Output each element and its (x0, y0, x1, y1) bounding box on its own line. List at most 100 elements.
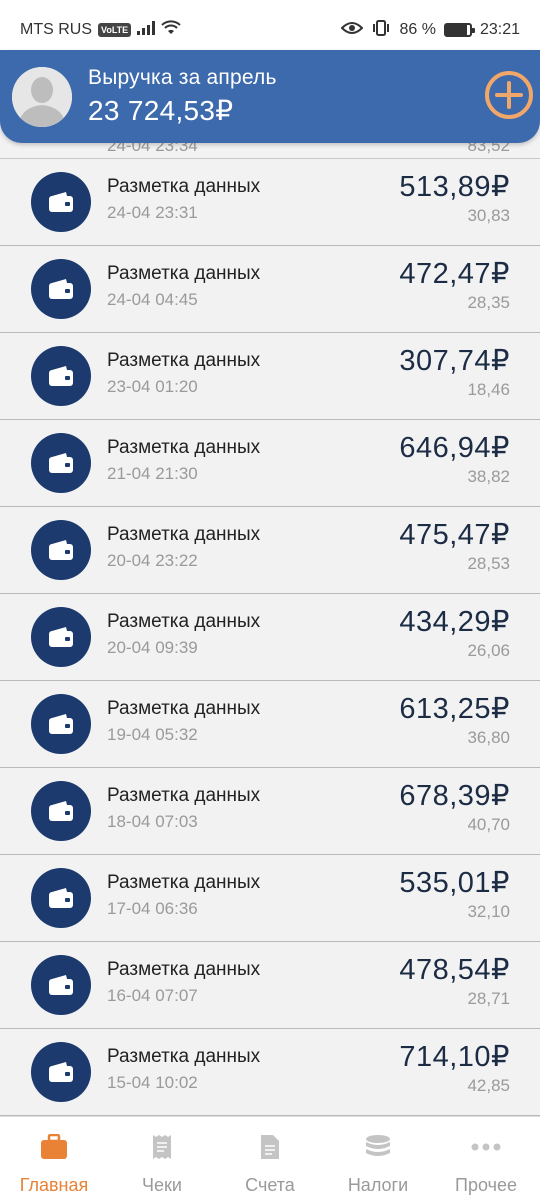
transaction-date: 20-04 09:39 (107, 638, 198, 657)
transaction-title: Разметка данных (107, 698, 261, 719)
nav-label-main: Главная (19, 1175, 89, 1195)
nav-item-taxes[interactable]: Налоги (324, 1117, 432, 1200)
wallet-icon (49, 366, 73, 386)
transaction-date: 18-04 07:03 (107, 812, 198, 831)
transaction-date: 16-04 07:07 (107, 986, 198, 1005)
wallet-icon-circle (31, 1042, 91, 1102)
add-button[interactable] (484, 70, 534, 120)
transaction-date: 24-04 23:34 (107, 143, 198, 155)
transaction-amount: 307,74₽ (399, 345, 510, 377)
transaction-tax: 28,71 (467, 989, 510, 1008)
transaction-title: Разметка данных (107, 176, 261, 197)
wallet-icon-circle (31, 520, 91, 580)
wallet-icon-circle (31, 868, 91, 928)
transaction-tax: 28,35 (467, 293, 510, 312)
list-item[interactable]: Разметка данных 20-04 23:22 475,47₽ 28,53 (0, 507, 540, 594)
nav-item-main[interactable]: Главная (0, 1117, 108, 1200)
list-item[interactable]: 24-04 23:34 83,52 (0, 143, 540, 159)
transaction-tax: 40,70 (467, 815, 510, 834)
transaction-date: 24-04 04:45 (107, 290, 198, 309)
carrier-label: MTS RUS (20, 21, 92, 38)
list-item[interactable]: Разметка данных 15-04 10:02 714,10₽ 42,85 (0, 1029, 540, 1116)
document-icon (260, 1133, 280, 1161)
transaction-amount: 714,10₽ (399, 1041, 510, 1073)
transaction-title: Разметка данных (107, 437, 261, 458)
wallet-icon (49, 714, 73, 734)
eye-icon (341, 21, 364, 40)
transaction-title: Разметка данных (107, 611, 261, 632)
transaction-amount: 475,47₽ (399, 519, 510, 551)
receipt-icon (152, 1133, 172, 1161)
transaction-date: 23-04 01:20 (107, 377, 198, 396)
transaction-date: 17-04 06:36 (107, 899, 198, 918)
list-item[interactable]: Разметка данных 24-04 23:31 513,89₽ 30,83 (0, 159, 540, 246)
wallet-icon-circle (31, 433, 91, 493)
transaction-amount: 535,01₽ (399, 867, 510, 899)
transaction-list[interactable]: 24-04 23:34 83,52 Разметка данных 24-04 2… (0, 143, 540, 1116)
list-item[interactable]: Разметка данных 16-04 07:07 478,54₽ 28,71 (0, 942, 540, 1029)
status-right: 86 % 23:21 (341, 19, 520, 41)
list-item[interactable]: Разметка данных 20-04 09:39 434,29₽ 26,06 (0, 594, 540, 681)
wallet-icon-circle (31, 172, 91, 232)
wallet-icon-circle (31, 259, 91, 319)
transaction-date: 19-04 05:32 (107, 725, 198, 744)
transaction-title: Разметка данных (107, 350, 261, 371)
transaction-tax: 30,83 (467, 206, 510, 225)
wallet-icon (49, 453, 73, 473)
nav-label-receipts: Чеки (142, 1175, 182, 1195)
transaction-tax: 32,10 (467, 902, 510, 921)
transaction-amount: 478,54₽ (399, 954, 510, 986)
wallet-icon (49, 1062, 73, 1082)
nav-label-taxes: Налоги (347, 1175, 409, 1195)
wallet-icon (49, 540, 73, 560)
coins-icon (365, 1133, 391, 1161)
volte-badge: VoLTE (98, 23, 132, 37)
nav-label-accounts: Счета (245, 1175, 295, 1195)
transaction-title: Разметка данных (107, 959, 261, 980)
bottom-navigation: Главная Чеки Счета Налоги Прочее (0, 1116, 540, 1200)
wifi-icon (161, 19, 181, 41)
transaction-tax: 36,80 (467, 728, 510, 747)
nav-item-accounts[interactable]: Счета (216, 1117, 324, 1200)
avatar[interactable] (12, 66, 72, 127)
nav-item-more[interactable]: Прочее (432, 1117, 540, 1200)
list-item[interactable]: Разметка данных 24-04 04:45 472,47₽ 28,35 (0, 246, 540, 333)
transaction-tax: 83,52 (467, 143, 510, 155)
wallet-icon-circle (31, 781, 91, 841)
more-icon (471, 1133, 501, 1161)
wallet-icon (49, 888, 73, 908)
list-item[interactable]: Разметка данных 21-04 21:30 646,94₽ 38,82 (0, 420, 540, 507)
transaction-amount: 678,39₽ (399, 780, 510, 812)
transaction-tax: 18,46 (467, 380, 510, 399)
battery-percent: 86 % (399, 21, 436, 38)
revenue-total: 23 724,53₽ (88, 95, 234, 126)
transaction-tax: 26,06 (467, 641, 510, 660)
wallet-icon-circle (31, 694, 91, 754)
revenue-header: Выручка за апрель 23 724,53₽ (0, 50, 540, 143)
wallet-icon-circle (31, 346, 91, 406)
transaction-title: Разметка данных (107, 524, 261, 545)
nav-item-receipts[interactable]: Чеки (108, 1117, 216, 1200)
nav-label-more: Прочее (455, 1175, 517, 1195)
transaction-amount: 646,94₽ (399, 432, 510, 464)
transaction-amount: 472,47₽ (399, 258, 510, 290)
wallet-icon (49, 801, 73, 821)
list-item[interactable]: Разметка данных 23-04 01:20 307,74₽ 18,46 (0, 333, 540, 420)
list-item[interactable]: Разметка данных 17-04 06:36 535,01₽ 32,10 (0, 855, 540, 942)
transaction-tax: 38,82 (467, 467, 510, 486)
transaction-date: 15-04 10:02 (107, 1073, 198, 1092)
transaction-amount: 613,25₽ (399, 693, 510, 725)
transaction-date: 24-04 23:31 (107, 203, 198, 222)
status-left: MTS RUS VoLTE (20, 19, 181, 41)
transaction-amount: 434,29₽ (399, 606, 510, 638)
list-item[interactable]: Разметка данных 19-04 05:32 613,25₽ 36,80 (0, 681, 540, 768)
clock: 23:21 (479, 21, 520, 38)
signal-icon (137, 20, 156, 40)
transaction-title: Разметка данных (107, 785, 261, 806)
wallet-icon-circle (31, 955, 91, 1015)
list-item[interactable]: Разметка данных 18-04 07:03 678,39₽ 40,70 (0, 768, 540, 855)
transaction-amount: 513,89₽ (399, 171, 510, 203)
transaction-date: 21-04 21:30 (107, 464, 198, 483)
wallet-icon-circle (31, 607, 91, 667)
transaction-title: Разметка данных (107, 263, 261, 284)
